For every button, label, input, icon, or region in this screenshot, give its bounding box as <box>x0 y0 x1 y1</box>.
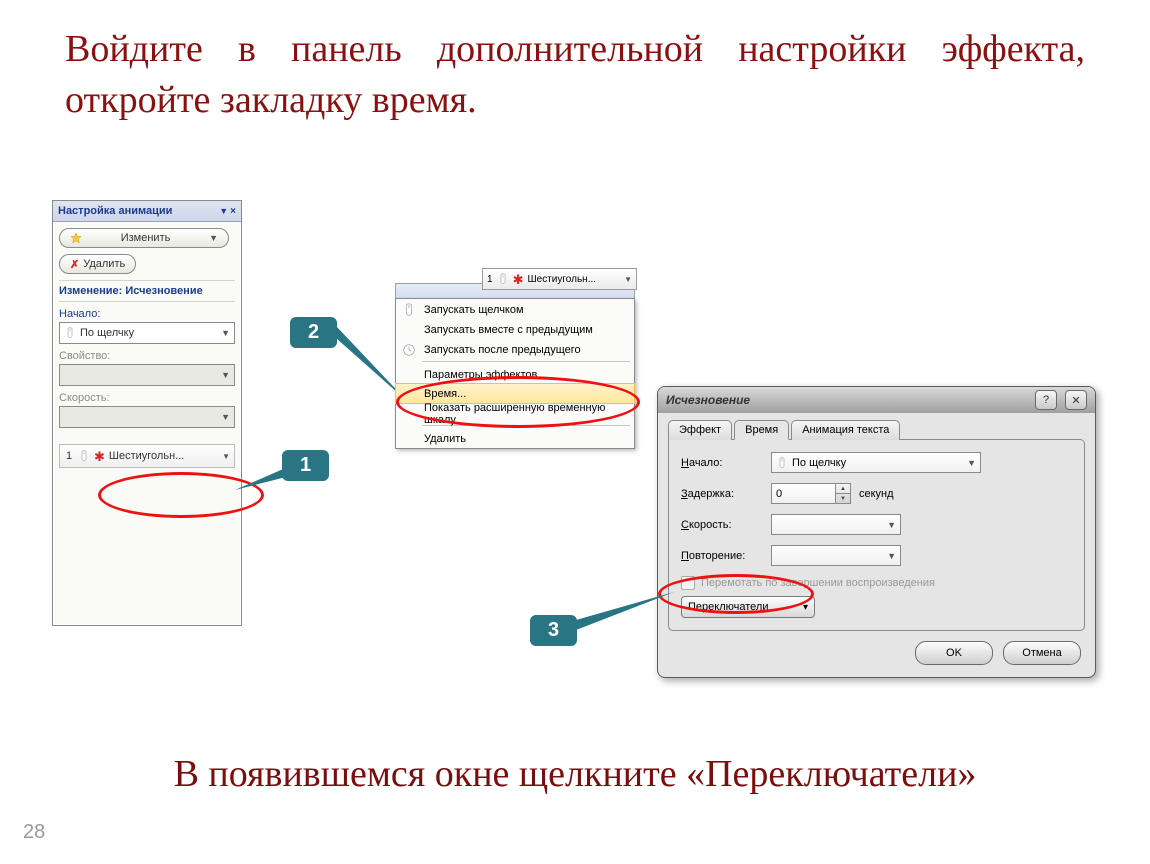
instruction-text-bottom: В появившемся окне щелкните «Переключате… <box>30 752 1120 796</box>
dlg-delay-spinner[interactable]: ▲▼ <box>836 483 851 504</box>
checkbox-icon <box>681 576 695 590</box>
ctx-label: Показать расширенную временную шкалу <box>424 402 626 426</box>
chevron-down-icon: ▼ <box>221 328 230 338</box>
dropdown-icon[interactable]: ▼ <box>219 206 228 216</box>
chevron-down-icon: ▼ <box>967 458 976 468</box>
ctx-start-click[interactable]: Запускать щелчком <box>396 299 634 319</box>
clock-icon <box>402 343 416 357</box>
dlg-delay-label: Задержка: <box>681 488 771 500</box>
change-label: Изменить <box>86 232 205 244</box>
chevron-down-icon: ▼ <box>221 412 230 422</box>
callout-number: 3 <box>548 619 559 641</box>
start-combo[interactable]: По щелчку ▼ <box>59 322 235 344</box>
change-effect-button[interactable]: Изменить ▼ <box>59 228 229 248</box>
chevron-down-icon: ▼ <box>887 551 896 561</box>
dlg-delay-unit: секунд <box>859 488 894 500</box>
dlg-rewind-checkbox[interactable]: Перемотать по завершении воспроизведения <box>681 576 1072 590</box>
ctx-label: Запускать щелчком <box>424 304 524 316</box>
callout-1-tail <box>235 460 290 492</box>
property-label: Свойство: <box>59 350 235 362</box>
ctx-label: Запускать после предыдущего <box>424 344 581 356</box>
close-button[interactable]: ✕ <box>1065 390 1087 410</box>
delete-label: Удалить <box>83 258 125 270</box>
instruction-text-top: Войдите в панель дополнительной настройк… <box>65 24 1085 127</box>
dlg-start-value: По щелчку <box>792 457 846 469</box>
property-combo: ▼ <box>59 364 235 386</box>
effect-section-header: Изменение: Исчезновение <box>59 280 235 302</box>
chevron-down-icon[interactable]: ▼ <box>222 452 230 461</box>
ctx-show-timeline[interactable]: Показать расширенную временную шкалу <box>396 403 634 423</box>
ctx-label: Параметры эффектов... <box>424 369 547 381</box>
dlg-rewind-label: Перемотать по завершении воспроизведения <box>701 577 935 589</box>
chevron-down-icon: ▼ <box>887 520 896 530</box>
ctx-label: Запускать вместе с предыдущим <box>424 324 593 336</box>
callout-3-tail <box>576 590 676 630</box>
ctx-anim-name: Шестиугольн... <box>527 274 596 285</box>
ctx-index: 1 <box>487 274 493 285</box>
animation-list-item[interactable]: 1 ✱ Шестиугольн... ▼ <box>59 444 235 468</box>
dlg-speed-label: Скорость: <box>681 519 771 531</box>
help-button[interactable]: ? <box>1035 390 1057 410</box>
callout-2: 2 <box>290 317 337 348</box>
dialog-title: Исчезновение <box>666 393 750 407</box>
x-icon: ✗ <box>70 258 79 271</box>
ctx-label: Удалить <box>424 433 466 445</box>
triggers-button[interactable]: Переключатели ▾ <box>681 596 815 618</box>
effect-star-icon: ✱ <box>513 273 524 286</box>
dlg-repeat-label: Повторение: <box>681 550 771 562</box>
tab-timing[interactable]: Время <box>734 420 789 440</box>
dlg-start-combo[interactable]: По щелчку ▼ <box>771 452 981 473</box>
dlg-delay-input[interactable]: 0 <box>771 483 836 504</box>
delete-effect-button[interactable]: ✗ Удалить <box>59 254 136 274</box>
context-anim-row[interactable]: 1 ✱ Шестиугольн... ▼ <box>482 268 637 290</box>
page-number: 28 <box>23 821 45 844</box>
chevron-down-icon: ▼ <box>209 233 218 243</box>
mouse-icon <box>402 303 416 317</box>
ctx-start-with[interactable]: Запускать вместе с предыдущим <box>396 319 634 339</box>
start-label: Начало: <box>59 308 235 320</box>
close-icon[interactable]: × <box>230 206 236 217</box>
callout-number: 1 <box>300 454 311 476</box>
ctx-remove[interactable]: Удалить <box>396 428 634 448</box>
chevron-down-icon: ▼ <box>624 275 632 284</box>
callout-number: 2 <box>308 321 319 343</box>
star-icon <box>70 232 82 244</box>
dlg-start-label: Начало: <box>681 457 771 469</box>
ctx-start-after[interactable]: Запускать после предыдущего <box>396 339 634 359</box>
mouse-icon <box>78 450 90 462</box>
start-value: По щелчку <box>80 327 134 339</box>
mouse-icon <box>776 457 788 469</box>
effect-star-icon: ✱ <box>94 450 105 463</box>
mouse-icon <box>497 273 509 285</box>
speed-combo: ▼ <box>59 406 235 428</box>
timing-dialog: Исчезновение ? ✕ Эффект Время Анимация т… <box>657 386 1096 678</box>
dlg-speed-combo[interactable]: ▼ <box>771 514 901 535</box>
ctx-effect-options[interactable]: Параметры эффектов... <box>396 364 634 384</box>
dialog-titlebar: Исчезновение ? ✕ <box>658 387 1095 413</box>
dialog-tabs: Эффект Время Анимация текста <box>658 413 1095 439</box>
tab-effect[interactable]: Эффект <box>668 420 732 440</box>
animation-task-pane: Настройка анимации ▼ × Изменить ▼ ✗ Удал… <box>52 200 242 626</box>
context-menu: Запускать щелчком Запускать вместе с пре… <box>395 298 635 449</box>
cancel-button[interactable]: Отмена <box>1003 641 1081 665</box>
chevron-down-icon: ▼ <box>221 370 230 380</box>
dlg-delay-value: 0 <box>776 488 782 500</box>
expand-icon: ▾ <box>803 602 808 613</box>
task-pane-title: Настройка анимации <box>58 205 172 217</box>
ok-button[interactable]: OK <box>915 641 993 665</box>
context-menu-area: 1 ✱ Шестиугольн... ▼ Запускать щелчком З… <box>395 283 635 449</box>
mouse-icon <box>64 327 76 339</box>
tab-text-animation[interactable]: Анимация текста <box>791 420 900 440</box>
speed-label: Скорость: <box>59 392 235 404</box>
anim-name: Шестиугольн... <box>109 450 184 462</box>
ctx-label: Время... <box>424 388 466 400</box>
task-pane-titlebar: Настройка анимации ▼ × <box>53 201 241 222</box>
dialog-body: Начало: По щелчку ▼ Задержка: 0 ▲▼ секун… <box>668 439 1085 631</box>
dlg-repeat-combo[interactable]: ▼ <box>771 545 901 566</box>
anim-index: 1 <box>64 450 74 462</box>
callout-3: 3 <box>530 615 577 646</box>
